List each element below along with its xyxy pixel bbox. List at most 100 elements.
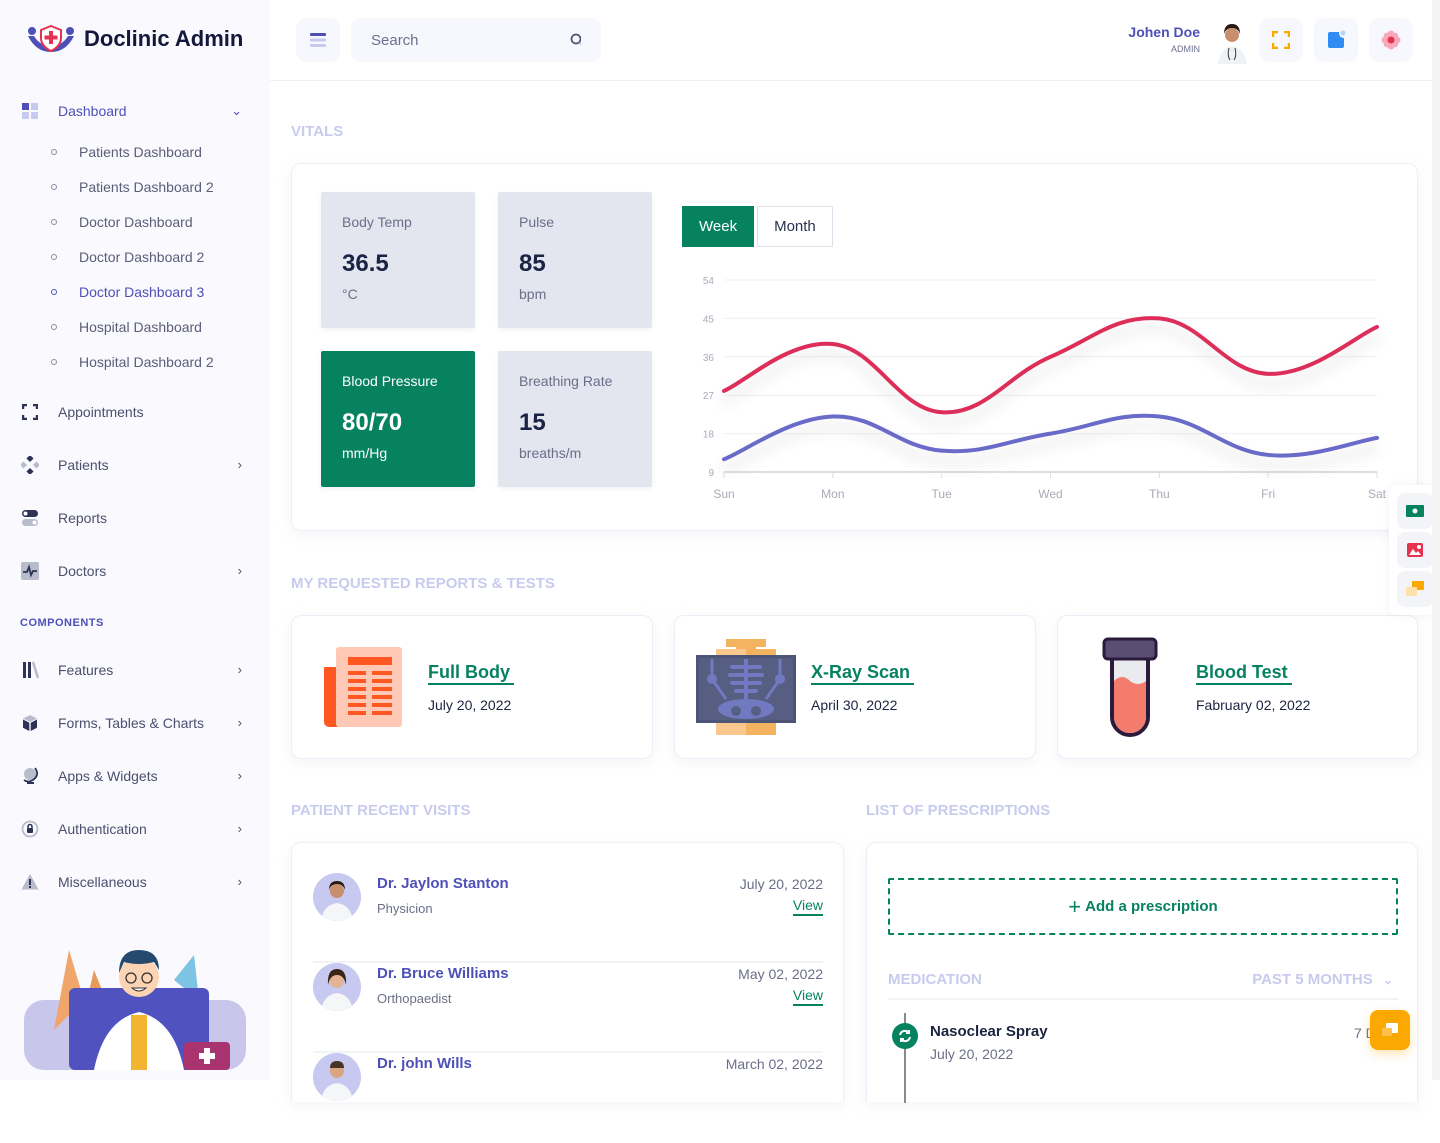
report-name-link[interactable]: X-Ray Scan (811, 661, 914, 685)
vital-value: 80/70 (342, 409, 454, 437)
view-visit-link[interactable]: View (793, 987, 823, 1006)
vital-label: Breathing Rate (519, 373, 631, 389)
sidebar-item-dashboard[interactable]: Dashboard ⌄ (0, 95, 270, 127)
doctor-name[interactable]: Dr. john Wills (377, 1055, 472, 1072)
chevron-right-icon: › (238, 768, 242, 783)
y-tick-label: 9 (708, 468, 714, 479)
doctor-name[interactable]: Dr. Bruce Williams (377, 965, 509, 982)
report-name-link[interactable]: Full Body (428, 661, 514, 685)
user-info[interactable]: Johen Doe ADMIN (1128, 24, 1200, 54)
search-box (351, 18, 601, 62)
tab-month[interactable]: Month (757, 206, 833, 247)
sidebar-item-reports[interactable]: Reports (0, 491, 270, 544)
vitals-card: Body Temp 36.5 °C Pulse 85 bpm Blood Pre… (291, 163, 1418, 531)
sidebar-subitem-label: Doctor Dashboard 2 (79, 249, 204, 265)
gallery-button[interactable] (1397, 532, 1433, 568)
vital-pulse: Pulse 85 bpm (498, 192, 652, 328)
chevron-right-icon: › (238, 457, 242, 472)
cash-button[interactable] (1397, 493, 1433, 529)
report-date: Fabruary 02, 2022 (1196, 697, 1310, 713)
app-logo[interactable]: Doclinic Admin (26, 24, 243, 54)
doctor-name[interactable]: Dr. Jaylon Stanton (377, 875, 509, 892)
sidebar-subitem-hospital-dashboard-2[interactable]: Hospital Dashboard 2 (48, 344, 270, 379)
chart-period-toggle: Week Month (682, 206, 833, 247)
messages-button[interactable] (1397, 571, 1433, 607)
sidebar-item-label: Features (58, 662, 113, 678)
x-tick-label: Fri (1261, 487, 1275, 501)
sidebar-subitem-label: Doctor Dashboard 3 (79, 284, 204, 300)
settings-button[interactable] (1369, 18, 1413, 62)
recent-visits-card: Dr. Jaylon Stanton Physicion July 20, 20… (291, 842, 844, 1102)
add-prescription-label: Add a prescription (1085, 898, 1218, 915)
chevron-right-icon: › (238, 662, 242, 677)
menu-toggle-button[interactable] (296, 18, 340, 62)
sidebar-subitem-doctor-dashboard[interactable]: Doctor Dashboard (48, 204, 270, 239)
medication-label: MEDICATION (888, 971, 982, 988)
circle-bullet-icon (48, 288, 60, 296)
sidebar-item-label: Apps & Widgets (58, 768, 158, 784)
sidebar-subitem-doctor-dashboard-3[interactable]: Doctor Dashboard 3 (48, 274, 270, 309)
flower-settings-icon (1381, 30, 1401, 50)
report-card-full-body[interactable]: Full Body July 20, 2022 (291, 615, 653, 759)
sidebar-item-miscellaneous[interactable]: Miscellaneous › (0, 855, 270, 908)
image-icon (1407, 543, 1423, 557)
y-tick-label: 54 (703, 276, 715, 287)
hamburger-icon (310, 33, 326, 47)
vital-unit: breaths/m (519, 445, 631, 461)
sidebar-item-label: Authentication (58, 821, 147, 837)
warning-icon (20, 872, 40, 892)
sidebar-subitem-patients-dashboard-2[interactable]: Patients Dashboard 2 (48, 169, 270, 204)
notifications-button[interactable] (1314, 18, 1358, 62)
sidebar-item-appointments[interactable]: Appointments (0, 385, 270, 438)
app-title: Doclinic Admin (84, 26, 243, 52)
doctor-avatar (313, 1053, 361, 1101)
search-icon[interactable] (570, 33, 581, 47)
appointments-icon (20, 402, 40, 422)
chevron-right-icon: › (238, 874, 242, 889)
doctor-specialty: Physicion (377, 901, 433, 916)
sidebar-item-doctors[interactable]: Doctors › (0, 544, 270, 597)
user-avatar[interactable] (1214, 20, 1250, 64)
page-scrollbar[interactable] (1432, 0, 1440, 1080)
sidebar-item-authentication[interactable]: Authentication › (0, 802, 270, 855)
y-tick-label: 36 (703, 353, 715, 364)
report-card-blood-test[interactable]: Blood Test Fabruary 02, 2022 (1057, 615, 1418, 759)
sidebar-item-label: Forms, Tables & Charts (58, 715, 204, 731)
prescriptions-card: + Add a prescription MEDICATION PAST 5 M… (866, 842, 1418, 1102)
top-bar: Johen Doe ADMIN (270, 0, 1440, 81)
vital-label: Pulse (519, 214, 631, 230)
document-icon (324, 647, 402, 727)
sidebar-subitem-label: Patients Dashboard 2 (79, 179, 214, 195)
sidebar-item-patients[interactable]: Patients › (0, 438, 270, 491)
tab-week[interactable]: Week (682, 206, 754, 247)
chevron-right-icon: › (238, 821, 242, 836)
period-dropdown[interactable]: PAST 5 MONTHS ⌄ (1252, 971, 1393, 988)
fullscreen-button[interactable] (1259, 18, 1303, 62)
view-visit-link[interactable]: View (793, 897, 823, 916)
vital-unit: bpm (519, 286, 631, 302)
sidebar-item-label: Reports (58, 510, 107, 526)
report-card-xray[interactable]: X-Ray Scan April 30, 2022 (674, 615, 1036, 759)
visit-row: Dr. Bruce Williams Orthopaedist May 02, … (313, 963, 823, 1053)
series-line-2 (724, 416, 1377, 459)
search-input[interactable] (371, 32, 570, 49)
report-name-link[interactable]: Blood Test (1196, 661, 1292, 685)
chevron-right-icon: › (238, 715, 242, 730)
patients-icon (20, 455, 40, 475)
sidebar-item-label: Dashboard (58, 103, 127, 119)
sidebar-item-forms-tables-charts[interactable]: Forms, Tables & Charts › (0, 696, 270, 749)
sidebar-subitem-patients-dashboard[interactable]: Patients Dashboard (48, 134, 270, 169)
add-prescription-button[interactable]: + Add a prescription (888, 878, 1398, 935)
sidebar-item-features[interactable]: Features › (0, 643, 270, 696)
xray-icon (696, 639, 796, 735)
sidebar-subitem-doctor-dashboard-2[interactable]: Doctor Dashboard 2 (48, 239, 270, 274)
x-tick-label: Wed (1038, 487, 1062, 501)
reports-section-title: MY REQUESTED REPORTS & TESTS (291, 575, 555, 592)
sidebar-subitem-hospital-dashboard[interactable]: Hospital Dashboard (48, 309, 270, 344)
x-tick-label: Mon (821, 487, 844, 501)
visit-row: Dr. Jaylon Stanton Physicion July 20, 20… (313, 873, 823, 963)
sidebar-item-apps-widgets[interactable]: Apps & Widgets › (0, 749, 270, 802)
doctor-avatar (313, 873, 361, 921)
sidebar-item-label: Patients (58, 457, 109, 473)
chat-support-button[interactable] (1370, 1010, 1410, 1050)
